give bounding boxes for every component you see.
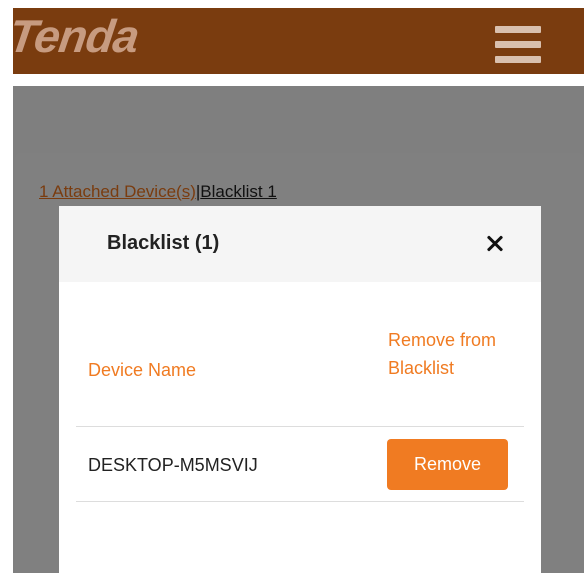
top-header: Tenda: [6, 8, 584, 74]
blacklist-modal: Blacklist (1) Device Name Remove from Bl…: [59, 206, 541, 573]
device-name-column-header: Device Name: [88, 360, 197, 380]
tenda-logo: Tenda: [5, 10, 142, 62]
page: Tenda 1 Attached Device(s)|Blacklist 1 B…: [0, 0, 584, 573]
blacklist-link[interactable]: Blacklist 1: [200, 182, 277, 201]
attached-devices-link[interactable]: 1 Attached Device(s): [39, 182, 196, 201]
modal-header: Blacklist (1): [59, 206, 541, 282]
device-name-cell: DESKTOP-M5MSVIJ: [88, 455, 258, 475]
remove-from-blacklist-column-header: Remove from Blacklist: [388, 330, 497, 378]
remove-button[interactable]: Remove: [387, 439, 508, 490]
modal-title: Blacklist (1): [107, 232, 220, 254]
menu-bar: [495, 41, 541, 48]
hamburger-menu-icon[interactable]: [495, 26, 541, 64]
row-divider: [76, 426, 524, 427]
row-divider: [76, 501, 524, 502]
close-icon[interactable]: [482, 230, 510, 258]
devices-nav: 1 Attached Device(s)|Blacklist 1: [39, 181, 277, 203]
menu-bar: [495, 56, 541, 63]
menu-bar: [495, 26, 541, 33]
